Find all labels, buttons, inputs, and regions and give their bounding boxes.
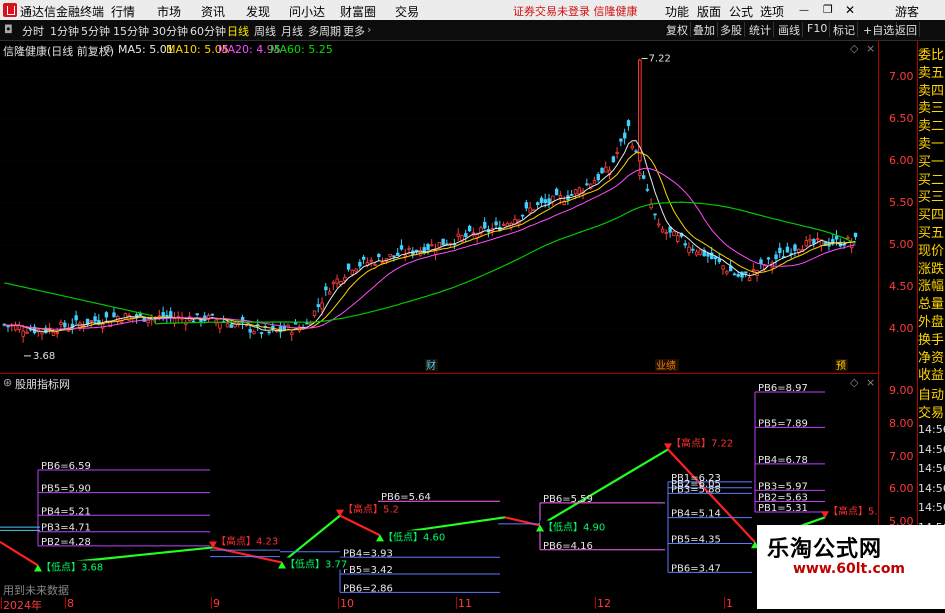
indicator-tick: 6.00 [889, 482, 914, 496]
indicator-chart[interactable]: PB6=6.59 PB5=5.90 PB4=5.21 PB3=4.71 PB2=4.28… [0, 0, 878, 609]
quote-field-label: 涨幅 [918, 279, 945, 295]
pb-level-label: PB6=3.47 [671, 563, 721, 574]
quote-field-label: 买四 [918, 208, 945, 224]
tick-time: 14:56 [918, 481, 945, 495]
zigzag-segment [281, 514, 341, 564]
tick-time: 14:56 [918, 462, 945, 475]
zigzag-segment [339, 514, 381, 537]
guest-label[interactable]: 游客 [895, 3, 919, 20]
pb-level-label: PB3=4.71 [41, 523, 91, 534]
quote-field-label: 买二 [918, 172, 945, 188]
pb-level-label: PB3=5.97 [758, 481, 808, 492]
pb-level-label: PB3=5.88 [671, 484, 721, 495]
pb-level-label: PB6=5.59 [543, 494, 593, 505]
quote-field-label: 卖五 [918, 65, 945, 81]
low-point-label: 【低点】3.77 [285, 558, 347, 571]
tick-time: 14:56 [918, 442, 945, 456]
quote-field-label: 涨跌 [918, 261, 945, 277]
high-point-label: 【高点】5.2 [343, 503, 399, 516]
indicator-tick: 7.00 [889, 449, 914, 463]
pb-level-label: PB6=2.86 [343, 583, 393, 594]
watermark-url: www.60lt.com [793, 561, 906, 577]
pb-level-label: PB5=7.89 [758, 418, 808, 429]
date-tick-mark [211, 597, 212, 609]
watermark-title: 乐淘公式网 [767, 537, 883, 562]
future-data-note: 用到未来数据 [3, 584, 69, 597]
date-tick-mark [724, 597, 725, 609]
high-point-label: 【高点】7.22 [671, 436, 733, 449]
zigzag-segment [0, 540, 39, 567]
indicator-tick: 9.00 [889, 384, 914, 397]
date-tick: 2024年 [3, 599, 42, 612]
date-tick: 12 [597, 597, 611, 610]
quote-field-label: 买三 [918, 190, 945, 206]
btn-fanhui[interactable]: 返回 [893, 22, 920, 37]
zigzag-segment [539, 448, 669, 527]
pb-level-label: PB6=6.59 [41, 461, 91, 472]
pb-level-label: PB5=4.35 [671, 535, 721, 546]
quote-field-label: 现价 [918, 243, 945, 259]
quote-field-label: 净资 [918, 350, 945, 366]
date-tick: 10 [340, 597, 354, 610]
quote-field-label: 换手 [918, 332, 945, 348]
quote-field-label: 收益 [918, 368, 945, 384]
tick-time: 14:56 [918, 423, 945, 436]
tick-time: 14:56 [918, 501, 945, 514]
pb-level-label: PB1=5.31 [758, 503, 808, 514]
date-tick-mark [1, 597, 2, 609]
date-tick-mark [595, 597, 596, 609]
pb-level-label: PB5=3.42 [343, 565, 393, 576]
auto-trade-label[interactable]: 自动 [918, 384, 944, 403]
high-point-label: 【高点】4.23 [216, 534, 278, 547]
date-tick-mark [338, 597, 339, 609]
quote-field-label: 卖三 [918, 101, 945, 117]
pb-level-label: PB4=5.14 [671, 509, 721, 520]
low-point-label: 【低点】4.60 [383, 530, 445, 543]
date-tick: 9 [213, 597, 220, 610]
low-point-label: 【低点】4.90 [543, 520, 605, 533]
pb-level-label: PB4=6.78 [758, 455, 808, 466]
quote-field-label: 外盘 [918, 315, 945, 330]
quote-field-label: 委比 [918, 48, 945, 63]
watermark-banner: 乐淘公式网 www.60lt.com [757, 525, 945, 609]
date-tick-mark [65, 597, 66, 609]
indicator-tick: 8.00 [889, 416, 914, 430]
low-point-label: 【低点】3.68 [41, 560, 103, 573]
pb-level-label: PB4=3.93 [343, 548, 393, 559]
date-tick: 8 [67, 597, 74, 610]
high-point-label: 【高点】5. [828, 504, 878, 517]
pb-level-label: PB6=4.16 [543, 541, 593, 552]
pb-level-label: PB4=5.21 [41, 506, 91, 517]
pb-level-label: PB6=5.64 [381, 492, 431, 503]
quote-field-label: 卖四 [918, 83, 945, 99]
pb-level-label: PB2=5.63 [758, 493, 808, 504]
date-tick: 11 [458, 597, 472, 610]
quote-field-label: 买五 [918, 226, 945, 241]
pb-level-label: PB6=8.97 [758, 383, 808, 394]
pb-level-label: PB5=5.90 [41, 484, 91, 495]
date-tick-mark [456, 597, 457, 609]
quote-field-label: 买一 [918, 154, 945, 170]
pb-level-label: PB2=4.28 [41, 537, 91, 548]
auto-trade-label[interactable]: 交易 [918, 402, 944, 421]
quote-field-label: 卖一 [918, 137, 945, 152]
quote-field-label: 卖二 [918, 119, 945, 135]
quote-field-label: 总量 [918, 297, 945, 313]
date-tick: 1 [726, 597, 733, 610]
zigzag-segment [667, 448, 756, 543]
